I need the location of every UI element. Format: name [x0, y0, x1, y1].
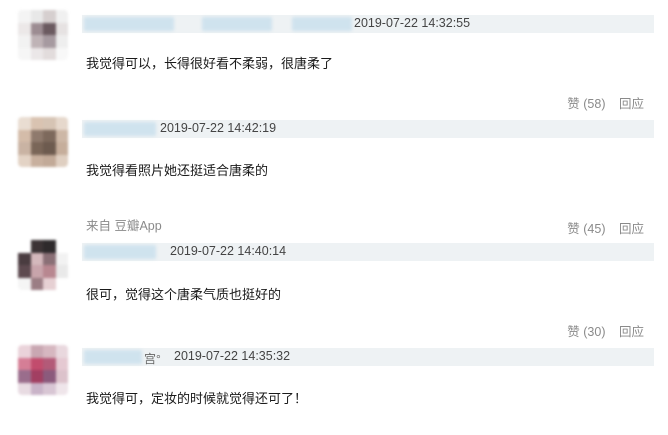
avatar-mosaic-tile — [30, 142, 44, 155]
avatar-mosaic-tile — [43, 142, 56, 155]
avatar-mosaic-tile — [43, 265, 56, 278]
username-suffix: 宫° — [144, 352, 161, 366]
comment-text: 我觉得可，定妆的时候就觉得还可了！ — [86, 391, 308, 406]
avatar-mosaic-tile — [30, 47, 44, 60]
timestamp: 2019-07-22 14:35:32 — [174, 349, 291, 363]
comment-meta: 2019-07-22 14:32:55 — [82, 15, 654, 33]
avatar-mosaic-tile — [18, 117, 31, 130]
comment-text: 很可，觉得这个唐柔气质也挺好的 — [86, 287, 282, 302]
avatar-mosaic-tile — [55, 382, 68, 395]
avatar[interactable] — [18, 240, 68, 290]
avatar-mosaic-tile — [43, 154, 56, 167]
comment-text: 我觉得可以，长得很好看不柔弱，很唐柔了 — [86, 56, 334, 71]
avatar-mosaic-tile — [18, 370, 31, 383]
avatar-mosaic-tile — [18, 142, 31, 155]
avatar-mosaic-tile — [55, 154, 68, 167]
avatar-mosaic-tile — [18, 10, 31, 23]
avatar-mosaic-tile — [43, 357, 56, 371]
avatar-mosaic-tile — [43, 252, 56, 266]
avatar-mosaic-tile — [55, 240, 68, 253]
avatar-mosaic-tile — [30, 35, 44, 48]
avatar-mosaic-tile — [43, 240, 56, 253]
avatar-mosaic-tile — [18, 154, 31, 167]
avatar-mosaic-tile — [55, 265, 68, 278]
comment-meta: 2019-07-22 14:40:14 — [82, 243, 654, 261]
avatar-mosaic-tile — [55, 252, 68, 266]
username[interactable] — [84, 122, 156, 136]
avatar-mosaic-tile — [18, 357, 31, 371]
comment-meta: 宫° 2019-07-22 14:35:32 — [82, 348, 654, 366]
avatar-mosaic-tile — [30, 154, 44, 167]
avatar-mosaic-tile — [30, 277, 44, 290]
avatar-mosaic-tile — [55, 370, 68, 383]
username[interactable] — [84, 17, 174, 31]
avatar-mosaic-tile — [18, 345, 31, 358]
avatar-mosaic-tile — [55, 129, 68, 143]
avatar-mosaic-tile — [18, 22, 31, 36]
avatar-mosaic-tile — [30, 22, 44, 36]
avatar-mosaic-tile — [55, 117, 68, 130]
avatar-mosaic-tile — [18, 240, 31, 253]
avatar-mosaic-tile — [18, 47, 31, 60]
comment-actions: 赞 (58) 回应 — [557, 93, 644, 112]
avatar-mosaic-tile — [30, 382, 44, 395]
avatar-mosaic-tile — [18, 252, 31, 266]
avatar-mosaic-tile — [43, 10, 56, 23]
avatar-mosaic-tile — [55, 10, 68, 23]
reply-button[interactable]: 回应 — [619, 222, 644, 236]
comment-actions: 赞 (45) 回应 — [557, 218, 644, 237]
avatar-mosaic-tile — [43, 382, 56, 395]
reply-button[interactable]: 回应 — [619, 325, 644, 339]
avatar-mosaic-tile — [55, 357, 68, 371]
avatar-mosaic-tile — [43, 370, 56, 383]
avatar-mosaic-tile — [55, 22, 68, 36]
username[interactable] — [84, 350, 142, 364]
reply-button[interactable]: 回应 — [619, 97, 644, 111]
like-button[interactable]: 赞 (58) — [567, 97, 605, 111]
avatar-mosaic-tile — [30, 252, 44, 266]
avatar-mosaic-tile — [30, 357, 44, 371]
avatar[interactable] — [18, 117, 68, 167]
avatar-mosaic-tile — [55, 345, 68, 358]
avatar-mosaic-tile — [30, 370, 44, 383]
username-extra — [292, 17, 352, 31]
avatar[interactable] — [18, 10, 68, 60]
username-extra — [202, 17, 272, 31]
avatar-mosaic-tile — [30, 265, 44, 278]
timestamp: 2019-07-22 14:40:14 — [170, 244, 287, 258]
comment-meta: 2019-07-22 14:42:19 — [82, 120, 654, 138]
avatar-mosaic-tile — [43, 277, 56, 290]
avatar-mosaic-tile — [43, 47, 56, 60]
comment-actions: 赞 (30) 回应 — [557, 321, 644, 340]
avatar-mosaic-tile — [55, 277, 68, 290]
avatar-mosaic-tile — [30, 345, 44, 358]
like-button[interactable]: 赞 (45) — [567, 222, 605, 236]
timestamp: 2019-07-22 14:42:19 — [160, 121, 277, 135]
avatar-mosaic-tile — [43, 117, 56, 130]
avatar-mosaic-tile — [30, 10, 44, 23]
avatar-mosaic-tile — [18, 277, 31, 290]
comment-text: 我觉得看照片她还挺适合唐柔的 — [86, 163, 269, 178]
avatar-mosaic-tile — [30, 240, 44, 253]
timestamp: 2019-07-22 14:32:55 — [354, 16, 471, 30]
avatar-mosaic-tile — [55, 35, 68, 48]
avatar-mosaic-tile — [18, 382, 31, 395]
avatar-mosaic-tile — [43, 22, 56, 36]
avatar-mosaic-tile — [43, 129, 56, 143]
avatar-mosaic-tile — [30, 117, 44, 130]
username[interactable] — [84, 245, 156, 259]
avatar-mosaic-tile — [43, 345, 56, 358]
avatar-mosaic-tile — [18, 35, 31, 48]
avatar-mosaic-tile — [55, 142, 68, 155]
avatar-mosaic-tile — [18, 265, 31, 278]
avatar[interactable] — [18, 345, 68, 395]
avatar-mosaic-tile — [30, 129, 44, 143]
comment-source: 来自 豆瓣App — [86, 219, 162, 233]
avatar-mosaic-tile — [18, 129, 31, 143]
avatar-mosaic-tile — [43, 35, 56, 48]
avatar-mosaic-tile — [55, 47, 68, 60]
like-button[interactable]: 赞 (30) — [567, 325, 605, 339]
